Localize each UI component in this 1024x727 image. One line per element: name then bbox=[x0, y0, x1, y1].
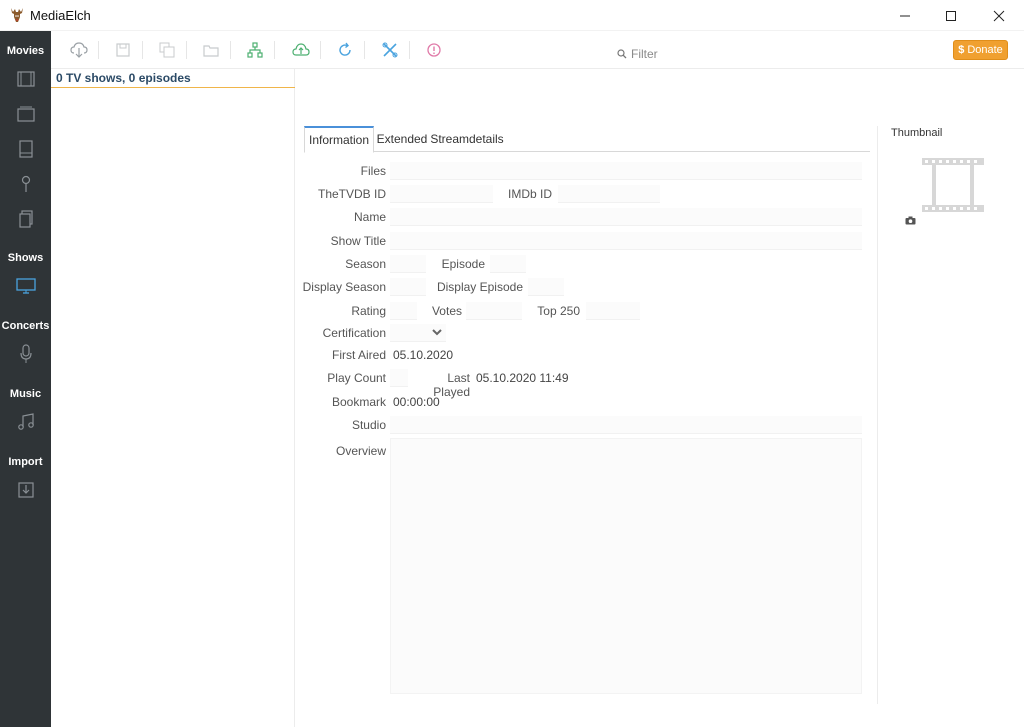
imdb-id-field[interactable] bbox=[558, 185, 660, 203]
minimize-icon bbox=[900, 15, 910, 16]
tvdb-id-label: TheTVDB ID bbox=[317, 187, 386, 201]
play-count-label: Play Count bbox=[327, 371, 386, 385]
close-icon bbox=[993, 10, 1005, 21]
certification-select[interactable] bbox=[390, 324, 446, 342]
sidebar-section-music[interactable]: Music bbox=[0, 388, 51, 400]
display-episode-label: Display Episode bbox=[436, 280, 523, 294]
music-note-icon[interactable] bbox=[15, 411, 37, 433]
sidebar-section-movies[interactable]: Movies bbox=[0, 45, 51, 57]
maximize-button[interactable] bbox=[928, 0, 974, 31]
votes-field[interactable] bbox=[466, 302, 522, 320]
app-logo-icon bbox=[11, 8, 23, 22]
genres-book-icon[interactable] bbox=[15, 138, 37, 160]
tv-show-list[interactable]: 0 TV shows, 0 episodes bbox=[51, 69, 295, 727]
tab-information[interactable]: Information bbox=[304, 126, 374, 153]
toolbar-separator bbox=[186, 41, 187, 59]
display-season-field[interactable] bbox=[390, 278, 426, 296]
toolbar-separator bbox=[98, 41, 99, 59]
rating-label: Rating bbox=[351, 304, 386, 318]
overview-label: Overview bbox=[335, 444, 386, 458]
last-played-field[interactable]: 05.10.2020 11:49 bbox=[473, 369, 573, 387]
documents-icon[interactable] bbox=[15, 208, 37, 230]
reload-icon[interactable] bbox=[335, 40, 355, 60]
folder-icon[interactable] bbox=[201, 40, 221, 60]
chevron-down-icon bbox=[432, 329, 442, 336]
episode-label: Episode bbox=[441, 257, 485, 271]
detail-tabs: Information Extended Streamdetails bbox=[304, 126, 870, 153]
close-button[interactable] bbox=[976, 0, 1022, 31]
imdb-id-label: IMDb ID bbox=[507, 187, 552, 201]
movie-sets-icon[interactable] bbox=[15, 103, 37, 125]
tv-monitor-icon[interactable] bbox=[15, 275, 37, 297]
window-title: MediaElch bbox=[30, 8, 91, 23]
donate-button[interactable]: $ Donate bbox=[953, 40, 1008, 60]
camera-icon[interactable] bbox=[905, 216, 916, 225]
microphone-icon[interactable] bbox=[15, 343, 37, 365]
sidebar-section-concerts[interactable]: Concerts bbox=[0, 320, 51, 332]
files-field[interactable] bbox=[390, 162, 862, 180]
certification-key-icon[interactable] bbox=[15, 173, 37, 195]
filter-box[interactable]: Filter bbox=[617, 46, 658, 62]
bookmark-field[interactable]: 00:00:00 bbox=[390, 393, 460, 411]
search-icon bbox=[617, 49, 627, 59]
toolbar-separator bbox=[230, 41, 231, 59]
name-label: Name bbox=[353, 210, 386, 224]
tools-icon[interactable] bbox=[380, 40, 400, 60]
first-aired-label: First Aired bbox=[331, 348, 386, 362]
season-label: Season bbox=[345, 257, 386, 271]
save-icon[interactable] bbox=[113, 40, 133, 60]
show-count-header: 0 TV shows, 0 episodes bbox=[51, 69, 295, 88]
display-season-label: Display Season bbox=[302, 280, 386, 294]
name-field[interactable] bbox=[390, 208, 862, 226]
bookmark-label: Bookmark bbox=[331, 395, 386, 409]
sidebar-section-shows[interactable]: Shows bbox=[0, 252, 51, 264]
studio-field[interactable] bbox=[390, 416, 862, 434]
first-aired-field[interactable]: 05.10.2020 bbox=[390, 346, 480, 364]
network-sync-icon[interactable] bbox=[245, 40, 265, 60]
toolbar: Filter $ Donate bbox=[51, 31, 1024, 69]
film-strip-icon[interactable] bbox=[15, 68, 37, 90]
tvdb-id-field[interactable] bbox=[390, 185, 493, 203]
search-scrape-cloud-icon[interactable] bbox=[69, 40, 89, 60]
files-label: Files bbox=[360, 164, 386, 178]
save-all-icon[interactable] bbox=[157, 40, 177, 60]
donate-label: Donate bbox=[967, 44, 1003, 56]
thumbnail-label: Thumbnail bbox=[891, 127, 943, 139]
dollar-icon: $ bbox=[958, 44, 965, 56]
title-bar: MediaElch bbox=[0, 0, 1024, 31]
import-download-icon[interactable] bbox=[15, 479, 37, 501]
sidebar: Movies Shows Concerts Music Import bbox=[0, 31, 51, 727]
cloud-upload-icon[interactable] bbox=[291, 40, 311, 60]
votes-label: Votes bbox=[431, 304, 462, 318]
tab-extended[interactable]: Extended bbox=[376, 126, 428, 152]
toolbar-separator bbox=[274, 41, 275, 59]
top250-field[interactable] bbox=[586, 302, 640, 320]
sidebar-section-import[interactable]: Import bbox=[0, 456, 51, 468]
display-episode-field[interactable] bbox=[528, 278, 564, 296]
filter-input[interactable]: Filter bbox=[631, 47, 658, 61]
season-field[interactable] bbox=[390, 255, 426, 273]
about-info-icon[interactable] bbox=[424, 40, 444, 60]
minimize-button[interactable] bbox=[882, 0, 928, 31]
thumbnail-placeholder-film-icon[interactable] bbox=[921, 157, 985, 213]
show-title-label: Show Title bbox=[330, 234, 386, 248]
maximize-icon bbox=[946, 10, 956, 21]
thumbnail-divider bbox=[877, 126, 878, 704]
tab-streamdetails[interactable]: Streamdetails bbox=[430, 126, 503, 152]
rating-field[interactable] bbox=[390, 302, 417, 320]
studio-label: Studio bbox=[351, 418, 386, 432]
top250-label: Top 250 bbox=[537, 304, 580, 318]
overview-textarea[interactable] bbox=[390, 438, 862, 694]
toolbar-separator bbox=[142, 41, 143, 59]
toolbar-separator bbox=[364, 41, 365, 59]
play-count-field[interactable] bbox=[390, 369, 408, 387]
toolbar-separator bbox=[320, 41, 321, 59]
certification-label: Certification bbox=[322, 326, 386, 340]
episode-field[interactable] bbox=[490, 255, 526, 273]
show-title-field[interactable] bbox=[390, 232, 862, 250]
toolbar-separator bbox=[409, 41, 410, 59]
